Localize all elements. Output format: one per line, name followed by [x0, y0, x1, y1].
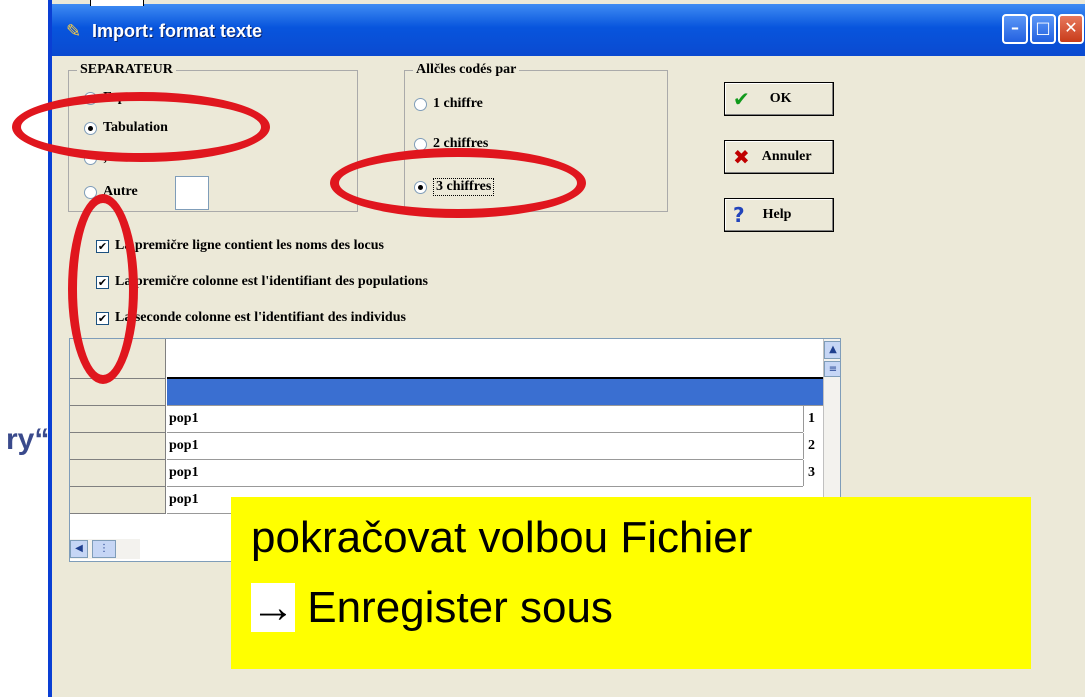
autre-separator-input[interactable]: [175, 176, 209, 210]
title-bar: ✎ Import: format texte – □ ✕: [52, 4, 1085, 56]
radio-1-chiffre[interactable]: 1 chiffre: [414, 96, 483, 112]
background-text: ry“: [6, 423, 50, 456]
horizontal-scrollbar[interactable]: ◀ ⋮: [70, 539, 140, 559]
minimize-button[interactable]: –: [1002, 14, 1028, 44]
table-row[interactable]: pop1: [167, 406, 803, 433]
table-row[interactable]: pop1: [167, 460, 803, 487]
arrow-icon: →: [251, 583, 295, 632]
instruction-note: pokračovat volbou Fichier → Enregister s…: [231, 497, 1031, 669]
checkbox-second-column-individuals[interactable]: ✔ La seconde colonne est l'identifiant de…: [96, 310, 406, 326]
checkmark-icon: ✔: [733, 87, 750, 111]
vertical-scrollbar[interactable]: ▲ ≡: [823, 339, 840, 511]
cross-icon: ✖: [733, 145, 750, 169]
top-edge-fragment: [90, 0, 144, 6]
scroll-thumb-horizontal[interactable]: ⋮: [92, 540, 116, 558]
row-header[interactable]: [70, 487, 166, 514]
row-header[interactable]: [70, 379, 166, 406]
ok-button[interactable]: ✔ OK: [724, 82, 834, 116]
close-button[interactable]: ✕: [1058, 14, 1084, 44]
checkbox-first-column-populations[interactable]: ✔ La premičre colonne est l'identifiant d…: [96, 274, 428, 290]
help-button[interactable]: ? Help: [724, 198, 834, 232]
scroll-thumb[interactable]: ≡: [824, 361, 840, 377]
table-row[interactable]: pop1: [167, 433, 803, 460]
window-title: Import: format texte: [92, 21, 263, 41]
note-line-2: → Enregister sous: [251, 583, 613, 632]
cancel-button[interactable]: ✖ Annuler: [724, 140, 834, 174]
maximize-button[interactable]: □: [1030, 14, 1056, 44]
alleles-group-label: Allčles codés par: [413, 62, 520, 78]
annotation-ellipse-3-chiffres: [330, 148, 586, 218]
grid-header-cell: [167, 339, 823, 379]
checkbox-first-row-locus[interactable]: ✔ La premičre ligne contient les noms des…: [96, 238, 384, 254]
scroll-up-icon[interactable]: ▲: [824, 341, 840, 359]
annotation-ellipse-checkboxes: [68, 194, 138, 384]
note-line-1: pokračovat volbou Fichier: [251, 513, 753, 562]
row-header[interactable]: [70, 460, 166, 487]
scroll-left-icon[interactable]: ◀: [70, 540, 88, 558]
radio-dot[interactable]: [414, 97, 427, 111]
app-icon: ✎: [66, 21, 82, 41]
row-header[interactable]: [70, 406, 166, 433]
separator-group-label: SEPARATEUR: [77, 62, 176, 78]
table-row-selected[interactable]: [167, 379, 823, 406]
row-header[interactable]: [70, 433, 166, 460]
annotation-ellipse-tabulation: [12, 92, 270, 162]
question-icon: ?: [733, 203, 745, 227]
